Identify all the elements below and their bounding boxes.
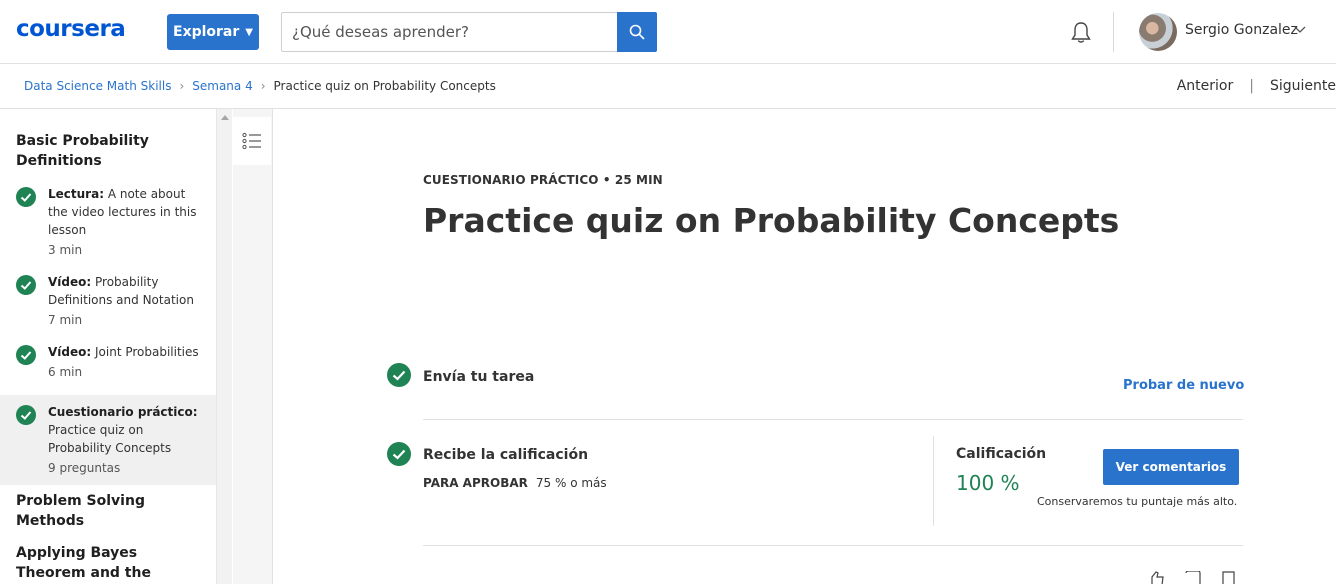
check-circle-icon [16, 275, 36, 295]
next-link[interactable]: Siguiente [1270, 78, 1336, 94]
course-sidebar: Basic Probability Definitions Lectura: A… [0, 109, 216, 584]
sidebar-section-title[interactable]: Problem Solving Methods [0, 491, 216, 531]
prev-next-nav: Anterior | Siguiente [1177, 78, 1336, 94]
submit-step-label: Envía tu tarea [423, 369, 535, 385]
sidebar-toggle-button[interactable] [233, 117, 271, 165]
item-eyebrow: CUESTIONARIO PRÁCTICO • 25 MIN [423, 173, 663, 187]
breadcrumb-current: Practice quiz on Probability Concepts [273, 79, 496, 93]
view-feedback-button[interactable]: Ver comentarios [1103, 449, 1239, 485]
check-circle-icon [387, 363, 411, 387]
check-circle-icon [387, 442, 411, 466]
breadcrumb-week-link[interactable]: Semana 4 [192, 79, 252, 93]
sidebar-toggle-column [233, 109, 273, 584]
item-type: Vídeo: [48, 345, 92, 359]
search-button[interactable] [617, 12, 657, 52]
sidebar-item-lecture[interactable]: Lectura: A note about the video lectures… [0, 185, 216, 259]
breadcrumb: Data Science Math Skills › Semana 4 › Pr… [24, 79, 496, 93]
user-name[interactable]: Sergio Gonzalez [1185, 22, 1298, 38]
sidebar-scrollbar[interactable] [216, 109, 232, 584]
check-circle-icon [16, 345, 36, 365]
main-content: CUESTIONARIO PRÁCTICO • 25 MIN Practice … [274, 109, 1336, 584]
pass-value: 75 % o más [535, 476, 607, 490]
chevron-right-icon: › [260, 79, 266, 93]
item-type: Lectura: [48, 187, 104, 201]
sidebar-item-text: Vídeo: Joint Probabilities [48, 343, 200, 361]
item-name: Practice quiz on Probability Concepts [48, 423, 172, 455]
grade-label: Calificación [956, 446, 1047, 462]
sidebar-item-video[interactable]: Vídeo: Joint Probabilities 6 min [0, 343, 216, 381]
page-title: Practice quiz on Probability Concepts [423, 201, 1120, 240]
item-type: Vídeo: [48, 275, 92, 289]
divider [423, 419, 1243, 420]
bell-icon[interactable] [1068, 20, 1094, 46]
item-name: Joint Probabilities [95, 345, 199, 359]
coursera-logo[interactable]: coursera [16, 16, 126, 42]
item-duration: 3 min [48, 243, 83, 257]
sidebar-item-quiz-active[interactable]: Cuestionario práctico: Practice quiz on … [0, 395, 216, 485]
grade-value: 100 % [956, 471, 1020, 495]
sidebar-item-text: Vídeo: Probability Definitions and Notat… [48, 273, 200, 309]
breadcrumb-course-link[interactable]: Data Science Math Skills [24, 79, 171, 93]
item-type: Cuestionario práctico: [48, 405, 198, 419]
chevron-down-icon: ▼ [245, 26, 253, 38]
chevron-down-icon[interactable] [1294, 25, 1306, 35]
pass-requirement: PARA APROBAR 75 % o más [423, 476, 607, 490]
search-icon [629, 24, 645, 40]
check-circle-icon [16, 187, 36, 207]
item-duration: 9 preguntas [48, 461, 121, 475]
list-icon [242, 132, 261, 150]
nav-divider: | [1249, 78, 1254, 94]
divider [423, 545, 1243, 546]
thumbs-up-icon[interactable] [1148, 570, 1166, 584]
sidebar-section-title[interactable]: Basic Probability Definitions [0, 131, 216, 171]
search-input[interactable] [282, 13, 618, 51]
sidebar-item-text: Cuestionario práctico: Practice quiz on … [48, 403, 200, 457]
highest-score-note: Conservaremos tu puntaje más alto. [1037, 495, 1238, 508]
header-divider [1113, 12, 1114, 52]
sidebar-item-text: Lectura: A note about the video lectures… [48, 185, 200, 239]
previous-link[interactable]: Anterior [1177, 78, 1234, 94]
grade-divider [933, 436, 934, 526]
flag-icon[interactable] [1220, 570, 1238, 584]
breadcrumb-bar: Data Science Math Skills › Semana 4 › Pr… [0, 64, 1336, 109]
grade-step-label: Recibe la calificación [423, 447, 589, 463]
comment-icon[interactable] [1184, 570, 1202, 584]
explore-button[interactable]: Explorar ▼ [167, 14, 259, 50]
check-circle-icon [16, 405, 36, 425]
sidebar-item-video[interactable]: Vídeo: Probability Definitions and Notat… [0, 273, 216, 329]
top-navbar: coursera Explorar ▼ Sergio Gonzalez [0, 0, 1336, 64]
scroll-up-arrow-icon[interactable] [221, 115, 229, 120]
item-duration: 6 min [48, 365, 83, 379]
item-duration: 7 min [48, 313, 83, 327]
feedback-actions [1148, 570, 1238, 584]
pass-label: PARA APROBAR [423, 476, 528, 490]
sidebar-section-title[interactable]: Applying Bayes Theorem and the Binomial [0, 543, 216, 584]
explore-label: Explorar [173, 24, 240, 40]
search-bar [281, 12, 657, 52]
chevron-right-icon: › [179, 79, 185, 93]
avatar[interactable] [1139, 13, 1177, 51]
retry-link[interactable]: Probar de nuevo [1123, 378, 1244, 393]
